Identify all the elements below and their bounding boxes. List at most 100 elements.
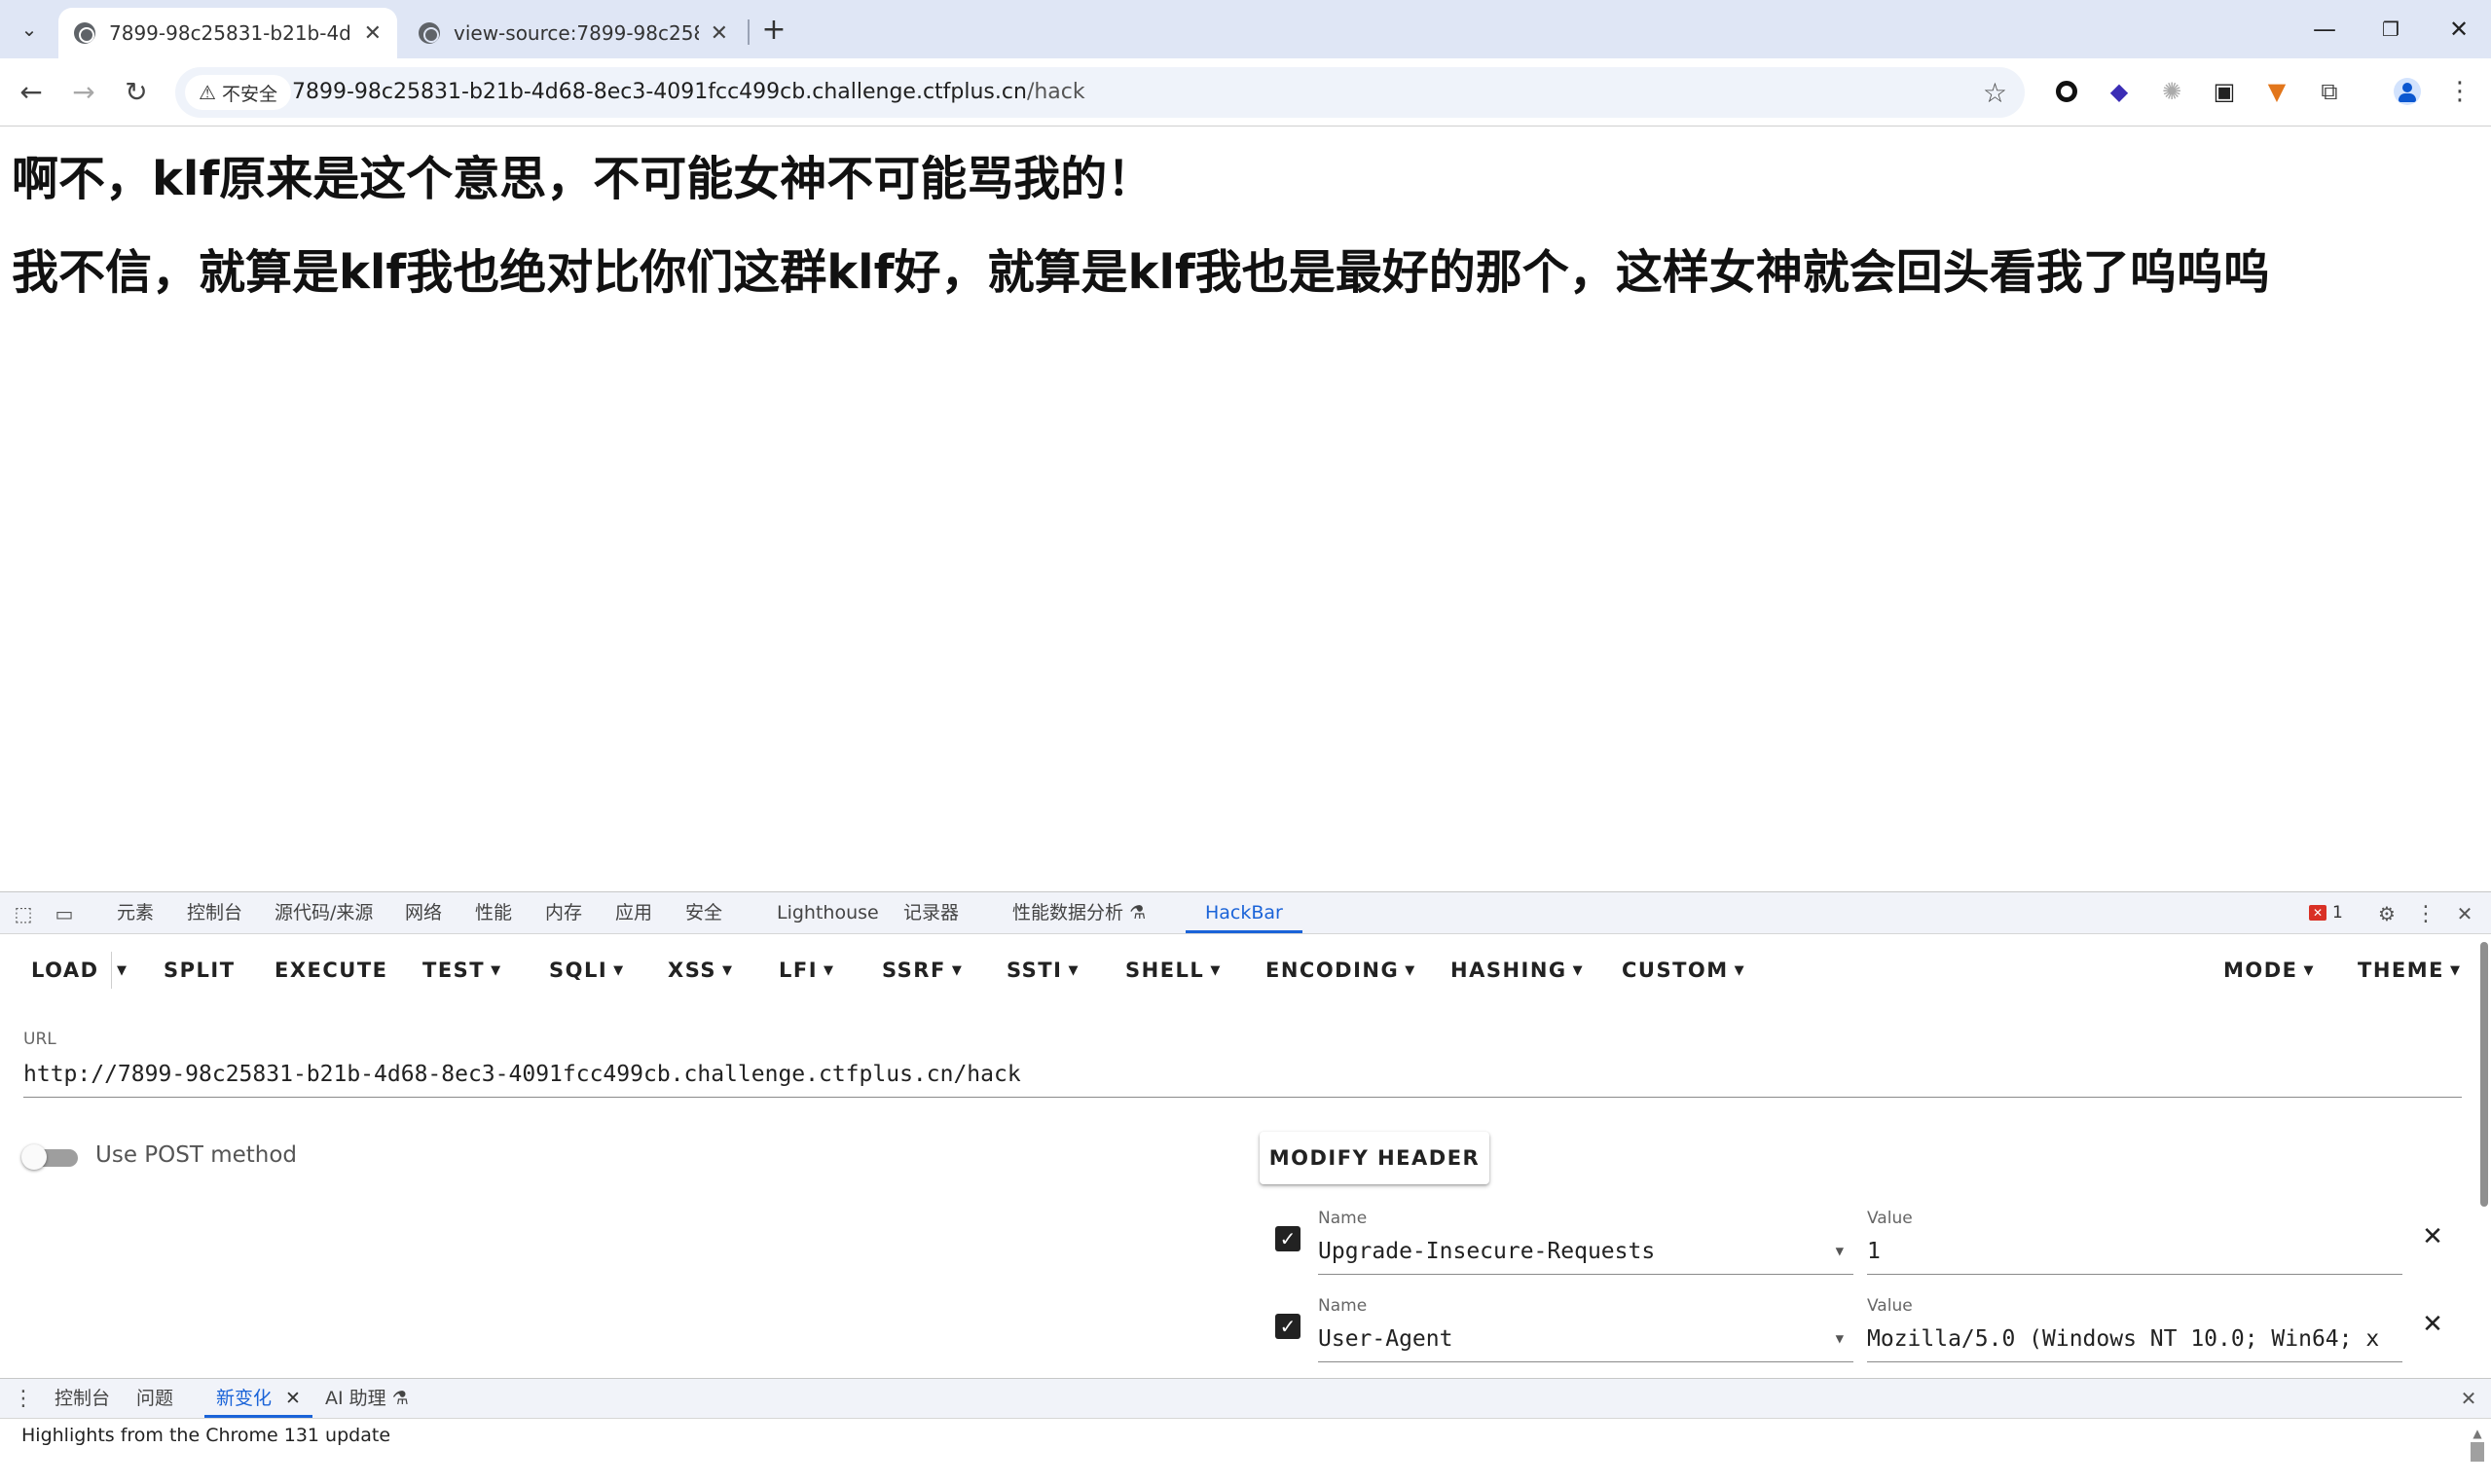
address-text[interactable]: 7899-98c25831-b21b-4d68-8ec3-4091fcc499c… (292, 67, 1085, 118)
tab-search-icon[interactable]: ⌄ (14, 14, 45, 45)
devtools-tab-recorder[interactable]: 记录器 (903, 892, 959, 933)
load-dropdown-caret-icon[interactable]: ▼ (117, 954, 128, 987)
reload-icon[interactable]: ↻ (117, 72, 156, 111)
extension-gear-icon[interactable]: ✺ (2157, 77, 2186, 106)
hashing-menu[interactable]: HASHING ▼ (1450, 954, 1584, 987)
sqli-menu[interactable]: SQLI ▼ (549, 954, 625, 987)
modify-header-button[interactable]: MODIFY HEADER (1260, 1132, 1489, 1184)
hackbar-menu: LOAD ▼ SPLIT EXECUTE TEST ▼ SQLI ▼ XSS ▼ LF… (0, 934, 2491, 1006)
dropdown-caret-icon[interactable]: ▼ (1836, 1320, 1844, 1358)
remove-header-icon[interactable]: ✕ (2418, 1310, 2447, 1339)
flask-icon: ⚗ (1129, 902, 1147, 923)
hashing-menu-label: HASHING (1450, 959, 1567, 982)
header-name-input[interactable]: User-Agent ▼ (1318, 1320, 1853, 1362)
devtools-tab-memory[interactable]: 内存 (545, 892, 582, 933)
device-toolbar-icon[interactable]: ▭ (51, 900, 78, 927)
xss-menu[interactable]: XSS ▼ (668, 954, 734, 987)
drawer-menu-icon[interactable]: ⋮ (10, 1385, 37, 1412)
header-value-input[interactable]: Mozilla/5.0 (Windows NT 10.0; Win64; x (1867, 1320, 2402, 1362)
devtools-tab-performance[interactable]: 性能 (475, 892, 512, 933)
extension-fox-icon[interactable]: ▼ (2262, 77, 2291, 106)
drawer-tab-bar: ⋮ 控制台 问题 新变化 ✕ AI 助理 ⚗ ✕ (0, 1378, 2491, 1419)
execute-button[interactable]: EXECUTE (275, 954, 388, 987)
close-icon[interactable]: ✕ (711, 21, 728, 46)
header-enabled-checkbox[interactable]: ✓ (1275, 1226, 1300, 1251)
split-button[interactable]: SPLIT (164, 954, 236, 987)
devtools-tab-security[interactable]: 安全 (685, 892, 722, 933)
devtools-tab-hackbar[interactable]: HackBar (1186, 892, 1302, 933)
ssrf-menu[interactable]: SSRF ▼ (882, 954, 963, 987)
extension-tampermonkey-icon[interactable]: ▣ (2210, 77, 2239, 106)
devtools-tab-sources[interactable]: 源代码/来源 (275, 892, 373, 933)
devtools-menu-icon[interactable]: ⋮ (2412, 900, 2439, 927)
drawer-scrollbar[interactable]: ▲ (2469, 1427, 2486, 1475)
devtools-tab-console[interactable]: 控制台 (187, 892, 242, 933)
bookmark-star-icon[interactable]: ☆ (1983, 77, 2007, 109)
profile-avatar-icon[interactable] (2393, 77, 2422, 106)
dropdown-caret-icon[interactable]: ▼ (1836, 1232, 1844, 1271)
custom-menu[interactable]: CUSTOM ▼ (1622, 954, 1745, 987)
devtools-tab-performance-insights[interactable]: 性能数据分析 ⚗ (1012, 892, 1146, 933)
header-row: ✓ Name User-Agent ▼ Value Mozilla/5.0 (Wi… (0, 1286, 2491, 1374)
lfi-menu[interactable]: LFI ▼ (779, 954, 835, 987)
error-counter[interactable]: ✕ 1 (2309, 902, 2343, 923)
window-close-icon[interactable]: ✕ (2439, 10, 2478, 49)
tab-title: 7899-98c25831-b21b-4d68-8 (109, 21, 352, 45)
url-textarea[interactable]: http://7899-98c25831-b21b-4d68-8ec3-4091… (23, 1057, 2462, 1098)
header-name-value: Upgrade-Insecure-Requests (1318, 1239, 1656, 1264)
mode-menu-label: MODE (2223, 959, 2298, 982)
tab-active[interactable]: 7899-98c25831-b21b-4d68-8 ✕ (58, 8, 397, 58)
drawer-tab-issues[interactable]: 问题 (136, 1379, 173, 1418)
header-enabled-checkbox[interactable]: ✓ (1275, 1314, 1300, 1339)
drawer-tab-ai-assistant-label: AI 助理 (325, 1388, 386, 1409)
settings-gear-icon[interactable]: ⚙ (2373, 900, 2400, 927)
forward-arrow-icon[interactable]: → (64, 72, 103, 111)
drawer-close-icon[interactable]: ✕ (2455, 1385, 2482, 1412)
extensions-puzzle-icon[interactable]: ⧉ (2315, 77, 2344, 106)
load-button[interactable]: LOAD (31, 954, 99, 987)
drawer-tab-ai-assistant[interactable]: AI 助理 ⚗ (325, 1379, 409, 1418)
address-bar[interactable]: ⚠ 不安全 7899-98c25831-b21b-4d68-8ec3-4091f… (175, 67, 2025, 118)
devtools-tab-performance-insights-label: 性能数据分析 (1012, 902, 1124, 923)
drawer-tab-console[interactable]: 控制台 (55, 1379, 110, 1418)
scroll-up-icon[interactable]: ▲ (2469, 1427, 2486, 1440)
restore-icon[interactable]: ❐ (2371, 10, 2410, 49)
post-method-toggle[interactable] (21, 1144, 80, 1170)
theme-menu[interactable]: THEME ▼ (2358, 954, 2462, 987)
close-icon[interactable]: ✕ (364, 21, 382, 46)
extension-diamond-icon[interactable]: ◆ (2105, 77, 2134, 106)
security-chip[interactable]: ⚠ 不安全 (185, 75, 291, 110)
devtools-tab-network[interactable]: 网络 (405, 892, 442, 933)
remove-header-icon[interactable]: ✕ (2418, 1222, 2447, 1251)
ssti-menu-label: SSTI (1007, 959, 1063, 982)
devtools-tab-elements[interactable]: 元素 (117, 892, 154, 933)
scroll-thumb[interactable] (2471, 1442, 2484, 1462)
error-icon: ✕ (2309, 905, 2326, 921)
caret-down-icon: ▼ (1405, 963, 1416, 978)
devtools-tab-lighthouse[interactable]: Lighthouse (777, 892, 879, 933)
minimize-icon[interactable]: — (2305, 10, 2344, 49)
header-name-value: User-Agent (1318, 1326, 1453, 1352)
sqli-menu-label: SQLI (549, 959, 608, 982)
browser-menu-icon[interactable]: ⋮ (2445, 77, 2474, 106)
drawer-tab-whats-new[interactable]: 新变化 ✕ (204, 1379, 312, 1418)
header-value-input[interactable]: 1 (1867, 1232, 2402, 1275)
hackbar-scrollbar[interactable] (2480, 942, 2488, 1207)
close-icon[interactable]: ✕ (285, 1388, 301, 1409)
caret-down-icon: ▼ (613, 963, 625, 978)
ssti-menu[interactable]: SSTI ▼ (1007, 954, 1080, 987)
new-tab-plus-icon[interactable]: + (759, 12, 788, 47)
extension-circle-icon[interactable] (2052, 77, 2081, 106)
post-method-label: Use POST method (95, 1142, 298, 1168)
tab-strip: ⌄ 7899-98c25831-b21b-4d68-8 ✕ view-sourc… (0, 0, 2491, 58)
header-name-input[interactable]: Upgrade-Insecure-Requests ▼ (1318, 1232, 1853, 1275)
devtools-tab-application[interactable]: 应用 (615, 892, 652, 933)
encoding-menu[interactable]: ENCODING ▼ (1265, 954, 1416, 987)
mode-menu[interactable]: MODE ▼ (2223, 954, 2315, 987)
tab-view-source[interactable]: view-source:7899-98c25831- ✕ (403, 8, 744, 58)
back-arrow-icon[interactable]: ← (12, 72, 51, 111)
inspect-element-icon[interactable]: ⬚ (10, 900, 37, 927)
test-menu[interactable]: TEST ▼ (422, 954, 502, 987)
devtools-close-icon[interactable]: ✕ (2451, 900, 2478, 927)
shell-menu[interactable]: SHELL ▼ (1125, 954, 1222, 987)
